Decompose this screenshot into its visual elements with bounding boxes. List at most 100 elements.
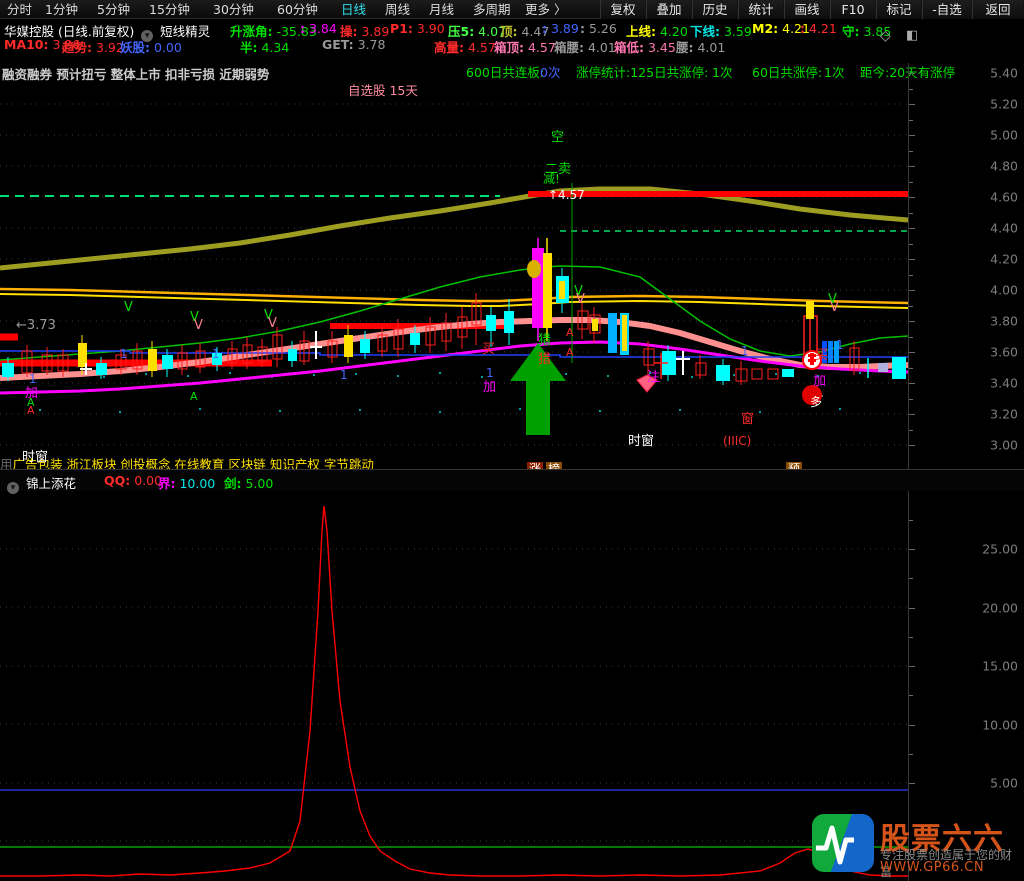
field-label: 趋势: xyxy=(62,40,92,55)
watermark-logo-icon xyxy=(812,814,874,872)
chart-annotation-20: 1 xyxy=(741,344,749,358)
price-tick-label: 4.00 xyxy=(990,282,1018,298)
price-tick xyxy=(909,197,915,198)
toolbar-button-2[interactable]: 历史 xyxy=(692,0,738,19)
volume-tick-label: 20.00 xyxy=(982,600,1018,615)
field-value: 5.26 xyxy=(585,21,617,36)
sub-field-value: 10.00 xyxy=(175,476,216,491)
chart-annotation-15: A xyxy=(27,404,35,417)
field-label: 箱顶: xyxy=(494,40,524,55)
price-tick xyxy=(909,166,915,167)
price-minor-tick xyxy=(909,336,913,338)
price-tick xyxy=(909,259,915,260)
volume-tick-label: 5.00 xyxy=(990,775,1018,791)
indicator-field-7: 箱腰: 4.01 xyxy=(554,37,616,56)
toolbar-button-7[interactable]: -自选 xyxy=(922,0,972,19)
watermark-url: WWW.GP66.CN xyxy=(880,860,985,875)
svg-text:V: V xyxy=(268,316,277,331)
toolbar-button-5[interactable]: F10 xyxy=(830,0,876,19)
price-tick-label: 4.80 xyxy=(990,158,1018,174)
menu-item-0[interactable]: 分时 xyxy=(4,1,35,18)
price-tick xyxy=(909,445,915,446)
chart-annotation-29: 多 xyxy=(810,395,823,409)
svg-text:V: V xyxy=(124,300,133,315)
menu-item-2[interactable]: 5分钟 xyxy=(94,1,133,18)
sub-plot-area[interactable] xyxy=(0,491,908,881)
price-minor-tick xyxy=(909,367,913,369)
sub-field-label: 剑: xyxy=(224,476,242,491)
chart-annotation-4: ←3.73 xyxy=(16,318,56,333)
volume-minor-tick xyxy=(909,578,913,580)
menu-item-8[interactable]: 月线 xyxy=(426,1,457,18)
sub-indicator-name: 锦上添花 xyxy=(25,476,76,491)
price-minor-tick xyxy=(909,305,913,307)
indicator-field-6: 箱顶: 4.57 xyxy=(494,37,556,56)
field-label: P1: xyxy=(390,21,413,36)
sub-field-value: 5.00 xyxy=(241,476,274,491)
field-value: 3.89 xyxy=(547,21,579,36)
price-minor-tick xyxy=(909,429,913,431)
chart-annotation-9: A xyxy=(566,346,574,359)
field-label: 箱腰: xyxy=(554,40,584,55)
menu-item-10[interactable]: 更多 〉 xyxy=(522,1,569,18)
stock-info-header: 华媒控股 (日线.前复权) ▾ 短线精灵 升涨角: -35.83: 3.84 操:… xyxy=(0,19,1024,63)
field-label: 高量: xyxy=(434,40,464,55)
indicator-field-7: : 5.26 xyxy=(580,21,617,36)
sub-chart-svg xyxy=(0,505,908,877)
toolbar-button-3[interactable]: 统计 xyxy=(738,0,784,19)
price-tick-label: 5.20 xyxy=(990,96,1018,112)
price-minor-tick xyxy=(909,181,913,183)
field-label: 守: xyxy=(842,24,860,39)
toolbar-button-6[interactable]: 标记 xyxy=(876,0,922,19)
volume-minor-tick xyxy=(909,519,913,521)
indicator-field-2: 妖股: 0.00 xyxy=(120,37,182,56)
price-tick-label: 3.00 xyxy=(990,437,1018,453)
chart-annotation-7: 猎 xyxy=(538,352,552,367)
field-value: 4.34 xyxy=(257,40,290,55)
price-plot-area[interactable]: V V V V V V V V V xyxy=(0,63,909,469)
price-tick xyxy=(909,290,915,291)
indicator-field-6: : 3.89 xyxy=(542,21,579,36)
price-tick xyxy=(909,383,915,384)
sub-indicator-field-0: QQ: 0.00 xyxy=(104,473,162,488)
chart-annotation-19: 1 xyxy=(340,368,348,382)
menu-item-7[interactable]: 周线 xyxy=(382,1,413,18)
toolbar-button-4[interactable]: 画线 xyxy=(784,0,830,19)
diamond-icon[interactable]: ◇ xyxy=(880,28,891,44)
volume-tick xyxy=(909,783,915,784)
field-label: 箱低: xyxy=(614,40,644,55)
field-label: 妖股: xyxy=(120,40,150,55)
menu-item-3[interactable]: 15分钟 xyxy=(146,1,193,18)
price-minor-tick xyxy=(909,119,913,121)
price-tick xyxy=(909,228,915,229)
price-minor-tick xyxy=(909,274,913,276)
price-chart-panel[interactable]: V V V V V V V V V 5.40 5.20 5.00 4.80 4.… xyxy=(0,63,1024,469)
price-tick-label: 3.40 xyxy=(990,375,1018,391)
indicator-field-11: : 4.21 xyxy=(800,21,837,36)
chart-annotation-24: 时窗 xyxy=(628,434,655,449)
chart-annotation-6: 猎 xyxy=(538,333,552,348)
chart-annotation-23: (IIIC) xyxy=(723,434,752,448)
toolbar-button-8[interactable]: 返回 xyxy=(972,0,1024,19)
chart-annotation-16: A xyxy=(190,390,198,403)
field-value: 4.57 xyxy=(464,40,496,55)
chart-annotation-0: 空 xyxy=(551,130,565,145)
price-tick-label: 5.40 xyxy=(990,65,1018,81)
menu-item-5[interactable]: 60分钟 xyxy=(274,1,321,18)
menu-item-6[interactable]: 日线 xyxy=(338,1,369,18)
volume-minor-tick xyxy=(909,753,913,755)
field-value: 4.57 xyxy=(524,40,556,55)
volume-tick xyxy=(909,724,915,726)
menu-item-4[interactable]: 30分钟 xyxy=(210,1,257,18)
menu-item-9[interactable]: 多周期 xyxy=(470,1,514,18)
panel-toggle-icon[interactable]: ◧ xyxy=(906,28,918,43)
toolbar-button-1[interactable]: 叠加 xyxy=(646,0,692,19)
chart-annotation-17: 1 xyxy=(120,347,128,361)
toolbar-button-0[interactable]: 复权 xyxy=(600,0,646,19)
volume-tick-label: 10.00 xyxy=(982,717,1018,732)
field-label: 半: xyxy=(240,40,258,55)
field-value: 3.78 xyxy=(353,37,386,52)
chart-annotation-8: A xyxy=(566,326,574,339)
price-tick xyxy=(909,414,915,415)
menu-item-1[interactable]: 1分钟 xyxy=(42,1,81,18)
